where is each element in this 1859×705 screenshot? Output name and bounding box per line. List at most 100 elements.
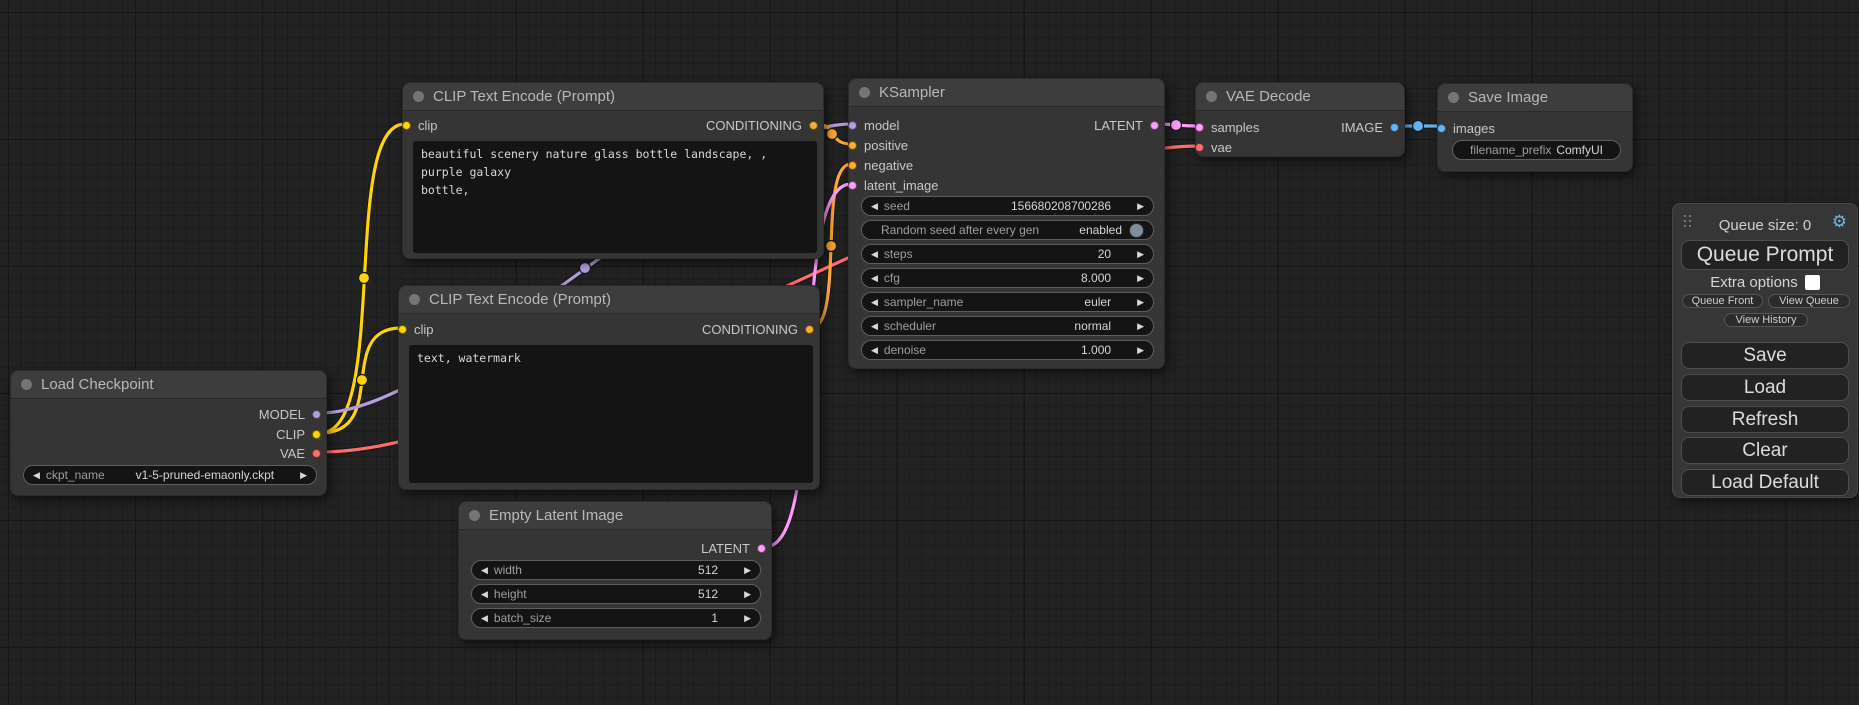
input-port-images[interactable]: [1437, 124, 1446, 133]
output-label-conditioning: CONDITIONING: [706, 118, 802, 133]
increment-arrow-icon[interactable]: ▶: [744, 590, 751, 599]
prompt-textarea[interactable]: beautiful scenery nature glass bottle la…: [413, 141, 817, 253]
queue-front-button[interactable]: Queue Front: [1682, 294, 1763, 308]
widget-value: 1: [711, 611, 744, 625]
input-port-latent-image[interactable]: [848, 181, 857, 190]
decrement-arrow-icon[interactable]: ◀: [871, 274, 878, 283]
queue-prompt-button[interactable]: Queue Prompt: [1681, 240, 1849, 270]
widget-value: 20: [1098, 247, 1137, 261]
link-dot: [1171, 120, 1182, 131]
decrement-arrow-icon[interactable]: ◀: [871, 346, 878, 355]
node-vae-decode[interactable]: VAE Decode samples vae IMAGE: [1195, 82, 1405, 157]
node-title-bar[interactable]: CLIP Text Encode (Prompt): [399, 286, 819, 314]
widget-value: ComfyUI: [1556, 143, 1611, 157]
toggle-circle-icon[interactable]: [1129, 223, 1144, 238]
node-save-image[interactable]: Save Image images filename_prefix ComfyU…: [1437, 83, 1633, 172]
output-port-conditioning[interactable]: [809, 121, 818, 130]
increment-arrow-icon[interactable]: ▶: [1137, 274, 1144, 283]
widget-height[interactable]: ◀ height 512 ▶: [471, 584, 761, 604]
input-port-samples[interactable]: [1195, 123, 1204, 132]
node-ksampler[interactable]: KSampler model positive negative latent_…: [848, 78, 1165, 369]
decrement-arrow-icon[interactable]: ◀: [33, 471, 40, 480]
decrement-arrow-icon[interactable]: ◀: [481, 614, 488, 623]
increment-arrow-icon[interactable]: ▶: [1137, 202, 1144, 211]
decrement-arrow-icon[interactable]: ◀: [871, 322, 878, 331]
collapse-dot-icon[interactable]: [21, 379, 32, 390]
prompt-textarea[interactable]: text, watermark: [409, 345, 813, 483]
clear-button[interactable]: Clear: [1681, 437, 1849, 464]
node-clip-text-encode-positive[interactable]: CLIP Text Encode (Prompt) clip CONDITION…: [402, 82, 824, 259]
collapse-dot-icon[interactable]: [413, 91, 424, 102]
load-button[interactable]: Load: [1681, 374, 1849, 401]
widget-denoise[interactable]: ◀ denoise 1.000 ▶: [861, 340, 1154, 360]
widget-cfg[interactable]: ◀ cfg 8.000 ▶: [861, 268, 1154, 288]
output-port-latent[interactable]: [1150, 121, 1159, 130]
node-graph-canvas[interactable]: Load Checkpoint MODEL CLIP VAE ◀ ckpt_na…: [0, 0, 1859, 705]
decrement-arrow-icon[interactable]: ◀: [871, 202, 878, 211]
increment-arrow-icon[interactable]: ▶: [744, 614, 751, 623]
widget-value: 512: [698, 587, 744, 601]
widget-value: 1.000: [1081, 343, 1137, 357]
node-title: Save Image: [1468, 89, 1548, 106]
input-port-vae[interactable]: [1195, 143, 1204, 152]
output-port-latent[interactable]: [757, 544, 766, 553]
output-port-clip[interactable]: [312, 430, 321, 439]
widget-scheduler[interactable]: ◀ scheduler normal ▶: [861, 316, 1154, 336]
input-port-positive[interactable]: [848, 141, 857, 150]
decrement-arrow-icon[interactable]: ◀: [481, 566, 488, 575]
decrement-arrow-icon[interactable]: ◀: [481, 590, 488, 599]
node-empty-latent-image[interactable]: Empty Latent Image LATENT ◀ width 512 ▶ …: [458, 501, 772, 640]
extra-options-checkbox[interactable]: [1805, 275, 1820, 290]
link-dot: [359, 273, 370, 284]
node-title: VAE Decode: [1226, 88, 1311, 105]
output-port-conditioning[interactable]: [805, 325, 814, 334]
widget-seed[interactable]: ◀ seed 156680208700286 ▶: [861, 196, 1154, 216]
settings-gear-icon[interactable]: ⚙: [1832, 212, 1847, 232]
refresh-button[interactable]: Refresh: [1681, 406, 1849, 433]
node-title-bar[interactable]: Load Checkpoint: [11, 371, 326, 399]
widget-width[interactable]: ◀ width 512 ▶: [471, 560, 761, 580]
widget-filename-prefix[interactable]: filename_prefix ComfyUI: [1452, 140, 1621, 160]
save-button[interactable]: Save: [1681, 342, 1849, 369]
decrement-arrow-icon[interactable]: ◀: [871, 298, 878, 307]
increment-arrow-icon[interactable]: ▶: [744, 566, 751, 575]
increment-arrow-icon[interactable]: ▶: [300, 471, 307, 480]
increment-arrow-icon[interactable]: ▶: [1137, 346, 1144, 355]
load-default-button[interactable]: Load Default: [1681, 469, 1849, 496]
increment-arrow-icon[interactable]: ▶: [1137, 322, 1144, 331]
widget-value: 512: [698, 563, 744, 577]
input-port-negative[interactable]: [848, 161, 857, 170]
node-title-bar[interactable]: KSampler: [849, 79, 1164, 107]
node-title-bar[interactable]: CLIP Text Encode (Prompt): [403, 83, 823, 111]
widget-steps[interactable]: ◀ steps 20 ▶: [861, 244, 1154, 264]
collapse-dot-icon[interactable]: [409, 294, 420, 305]
node-load-checkpoint[interactable]: Load Checkpoint MODEL CLIP VAE ◀ ckpt_na…: [10, 370, 327, 496]
output-port-vae[interactable]: [312, 449, 321, 458]
collapse-dot-icon[interactable]: [1206, 91, 1217, 102]
view-history-button[interactable]: View History: [1724, 313, 1808, 327]
input-port-clip[interactable]: [402, 121, 411, 130]
input-port-clip[interactable]: [398, 325, 407, 334]
node-title-bar[interactable]: Empty Latent Image: [459, 502, 771, 530]
widget-label: Random seed after every gen: [881, 223, 1039, 237]
widget-random-seed-toggle[interactable]: Random seed after every gen enabled: [861, 220, 1154, 240]
decrement-arrow-icon[interactable]: ◀: [871, 250, 878, 259]
node-title-bar[interactable]: VAE Decode: [1196, 83, 1404, 111]
node-clip-text-encode-negative[interactable]: CLIP Text Encode (Prompt) clip CONDITION…: [398, 285, 820, 490]
widget-batch-size[interactable]: ◀ batch_size 1 ▶: [471, 608, 761, 628]
widget-sampler-name[interactable]: ◀ sampler_name euler ▶: [861, 292, 1154, 312]
output-port-image[interactable]: [1390, 123, 1399, 132]
increment-arrow-icon[interactable]: ▶: [1137, 298, 1144, 307]
collapse-dot-icon[interactable]: [859, 87, 870, 98]
widget-label: steps: [884, 247, 913, 261]
widget-ckpt-name[interactable]: ◀ ckpt_name v1-5-pruned-emaonly.ckpt ▶: [23, 465, 317, 485]
collapse-dot-icon[interactable]: [469, 510, 480, 521]
input-port-model[interactable]: [848, 121, 857, 130]
output-port-model[interactable]: [312, 410, 321, 419]
node-title-bar[interactable]: Save Image: [1438, 84, 1632, 112]
input-label-model: model: [864, 118, 899, 133]
view-queue-button[interactable]: View Queue: [1768, 294, 1850, 308]
widget-label: scheduler: [884, 319, 936, 333]
collapse-dot-icon[interactable]: [1448, 92, 1459, 103]
increment-arrow-icon[interactable]: ▶: [1137, 250, 1144, 259]
